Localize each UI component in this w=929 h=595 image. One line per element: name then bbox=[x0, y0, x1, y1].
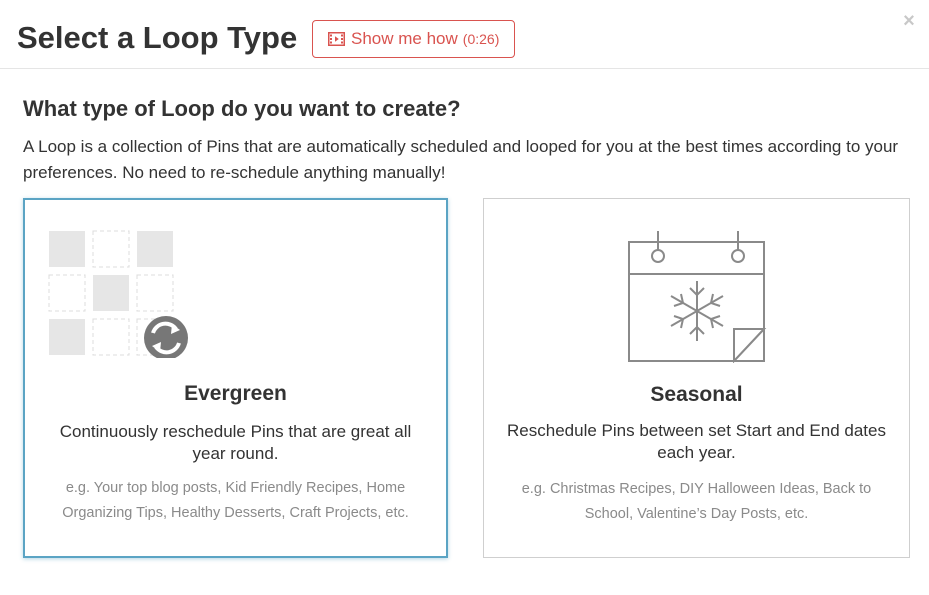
evergreen-loop-card[interactable]: Evergreen Continuously reschedule Pins t… bbox=[23, 198, 448, 558]
loop-description: A Loop is a collection of Pins that are … bbox=[23, 137, 899, 182]
video-duration: (0:26) bbox=[462, 31, 500, 47]
close-icon[interactable]: × bbox=[901, 11, 917, 31]
evergreen-grid-refresh-icon bbox=[48, 230, 188, 358]
show-me-how-label: Show me how bbox=[351, 29, 458, 48]
calendar-snowflake-icon bbox=[628, 231, 767, 363]
evergreen-title: Evergreen bbox=[184, 382, 287, 405]
seasonal-loop-card[interactable]: Seasonal Reschedule Pins between set Sta… bbox=[483, 198, 910, 558]
seasonal-subtitle: Reschedule Pins between set Start and En… bbox=[507, 421, 886, 462]
evergreen-subtitle: Continuously reschedule Pins that are gr… bbox=[59, 422, 412, 463]
seasonal-examples: e.g. Christmas Recipes, DIY Halloween Id… bbox=[521, 481, 872, 522]
video-icon bbox=[328, 32, 345, 46]
seasonal-title: Seasonal bbox=[650, 383, 743, 406]
show-me-how-button[interactable]: Show me how (0:26) bbox=[312, 20, 515, 58]
loop-type-question: What type of Loop do you want to create? bbox=[23, 96, 461, 121]
modal-header: Select a Loop Type Show me how (0:26) × bbox=[0, 0, 929, 69]
modal-title: Select a Loop Type bbox=[17, 20, 298, 55]
evergreen-examples: e.g. Your top blog posts, Kid Friendly R… bbox=[62, 480, 409, 521]
